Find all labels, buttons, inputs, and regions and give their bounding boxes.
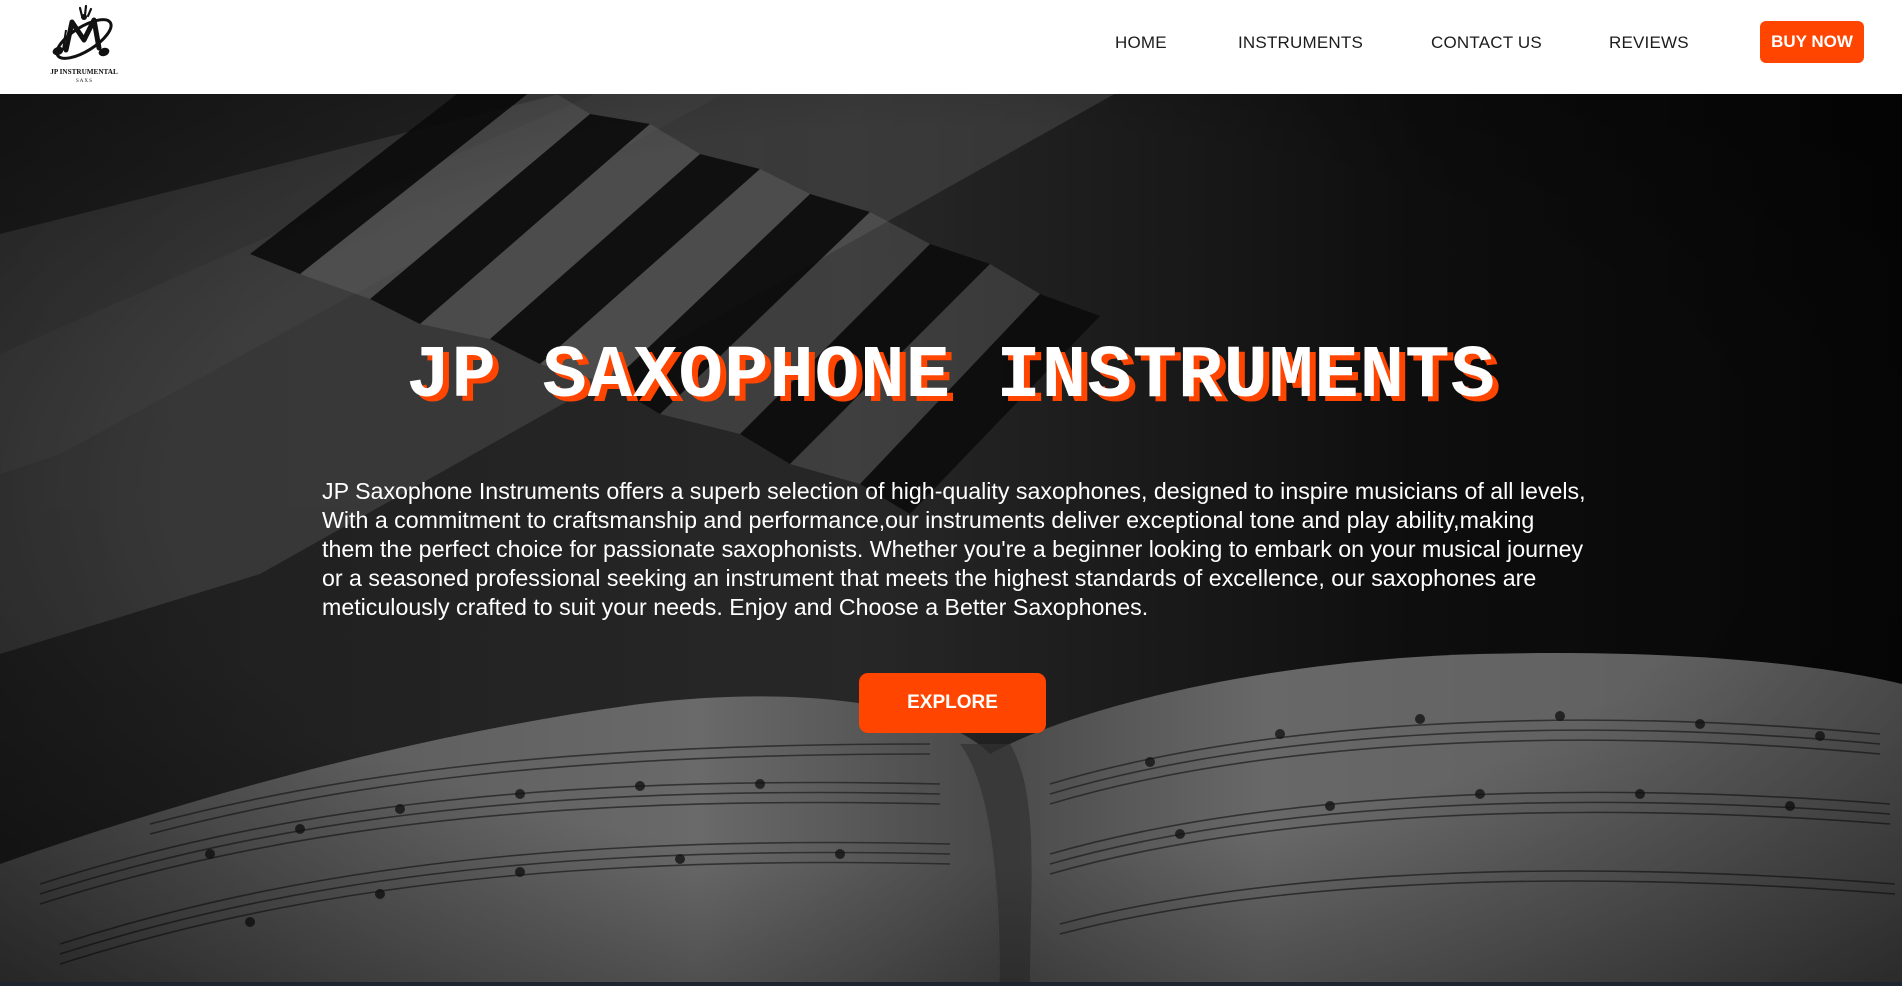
hero-section: JP SAXOPHONE INSTRUMENTS JP Saxophone In… <box>0 94 1902 986</box>
nav-contact-link[interactable]: CONTACT US <box>1431 33 1542 53</box>
buy-now-button[interactable]: BUY NOW <box>1760 21 1864 63</box>
hero-description: JP Saxophone Instruments offers a superb… <box>322 478 1586 620</box>
explore-button[interactable]: EXPLORE <box>859 673 1046 733</box>
nav-reviews-link[interactable]: REVIEWS <box>1609 33 1689 53</box>
hero-title: JP SAXOPHONE INSTRUMENTS <box>406 335 1496 419</box>
main-nav: HOME INSTRUMENTS CONTACT US REVIEWS <box>0 0 1902 94</box>
nav-instruments-link[interactable]: INSTRUMENTS <box>1238 33 1363 53</box>
site-header: JP INSTRUMENTAL S A X S HOME INSTRUMENTS… <box>0 0 1902 94</box>
nav-home-link[interactable]: HOME <box>1115 33 1167 53</box>
section-divider <box>0 982 1902 986</box>
